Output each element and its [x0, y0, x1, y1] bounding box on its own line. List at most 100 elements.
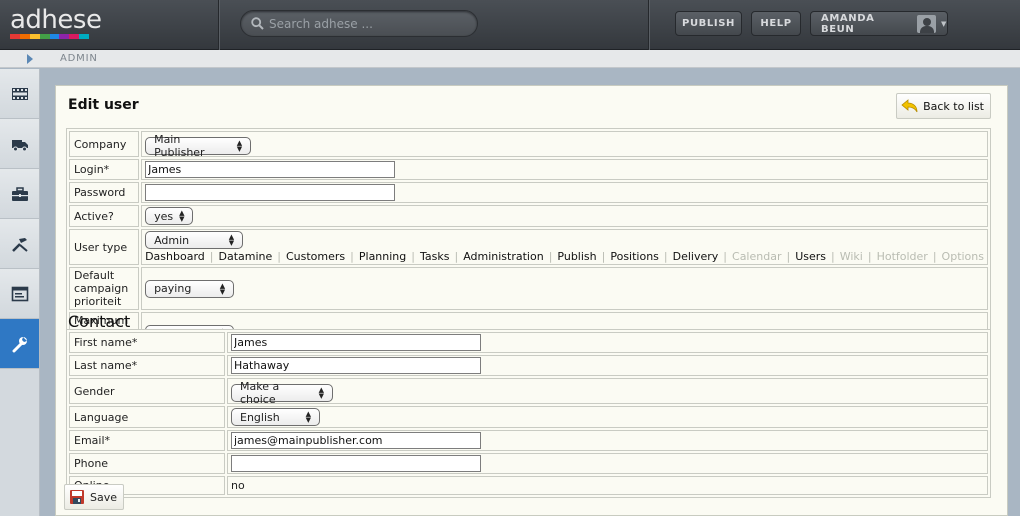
company-select-value: Main Publisher	[154, 133, 205, 159]
permission-positions[interactable]: Positions	[610, 250, 659, 263]
delivery-truck-icon	[11, 139, 28, 151]
permission-users[interactable]: Users	[795, 250, 826, 263]
publish-button[interactable]: PUBLISH	[675, 11, 742, 36]
sidebar-item-business[interactable]	[0, 169, 39, 219]
search-icon	[251, 17, 264, 30]
language-cell: English ▲ ▼	[227, 406, 988, 428]
language-select[interactable]: English ▲ ▼	[231, 408, 320, 426]
logo-color-segment	[39, 34, 50, 39]
permission-planning[interactable]: Planning	[359, 250, 406, 263]
sidebar-item-campaigns[interactable]	[0, 69, 39, 119]
permission-separator: |	[209, 250, 214, 263]
table-row: Language English ▲ ▼	[69, 406, 988, 428]
select-arrows-icon: ▲▼	[228, 233, 235, 247]
language-label: Language	[69, 406, 225, 428]
active-select[interactable]: yes ▲ ▼	[145, 207, 194, 225]
film-strip-icon	[11, 87, 28, 100]
password-cell	[141, 182, 988, 203]
permission-tasks[interactable]: Tasks	[420, 250, 449, 263]
email-input[interactable]	[231, 432, 481, 449]
permission-datamine[interactable]: Datamine	[218, 250, 272, 263]
user-type-select[interactable]: Admin ▲ ▼	[145, 231, 244, 249]
permission-separator: |	[277, 250, 281, 263]
permission-dashboard[interactable]: Dashboard	[145, 250, 205, 263]
user-form-table: Company Main Publisher ▲▼ Login* Passwor…	[66, 128, 991, 358]
logo-color-segment	[29, 34, 40, 39]
table-row: Login*	[69, 159, 988, 180]
company-cell: Main Publisher ▲ ▼	[141, 131, 988, 159]
login-input[interactable]	[145, 161, 396, 178]
default-priority-label: Default campaign prioriteit	[69, 267, 140, 310]
adhese-logo[interactable]: adhese	[10, 6, 220, 44]
login-cell	[141, 159, 988, 180]
first-name-input[interactable]	[231, 334, 481, 351]
expand-sidebar-icon[interactable]	[27, 54, 33, 64]
logo-color-segment	[19, 34, 30, 39]
gender-select[interactable]: Make a choice ▲ ▼	[231, 380, 333, 406]
select-arrows-icon: ▲▼	[219, 281, 226, 296]
permission-customers[interactable]: Customers	[286, 250, 345, 263]
first-name-label: First name*	[69, 332, 225, 353]
contact-form-table: First name* Last name* Gender Make a cho…	[66, 329, 991, 498]
help-button[interactable]: HELP	[751, 11, 801, 36]
permission-publish[interactable]: Publish	[557, 250, 596, 263]
logo-text: adhese	[10, 5, 102, 35]
user-menu-button[interactable]: AMANDA BEUN ▼	[810, 11, 948, 36]
permission-separator: |	[831, 250, 835, 263]
password-input[interactable]	[145, 184, 396, 201]
last-name-label: Last name*	[69, 355, 225, 376]
search-box[interactable]	[240, 10, 478, 37]
save-label: Save	[90, 490, 118, 504]
email-label: Email*	[69, 430, 225, 451]
permission-separator: |	[663, 250, 668, 263]
table-row: Default campaign prioriteit paying ▲ ▼	[69, 267, 988, 310]
search-input[interactable]	[269, 16, 469, 31]
sidebar-item-pages[interactable]	[0, 269, 39, 319]
chevron-down-icon: ▼	[941, 19, 947, 28]
table-row: Email*	[69, 430, 988, 451]
active-cell: yes ▲ ▼	[141, 205, 988, 227]
default-priority-select[interactable]: paying ▲ ▼	[145, 279, 235, 298]
active-label: Active?	[69, 205, 140, 227]
phone-input[interactable]	[231, 455, 481, 472]
permissions-list: Dashboard | Datamine | Customers | Planning | Ta…	[145, 250, 984, 263]
company-select[interactable]: Main Publisher ▲ ▼	[145, 133, 252, 159]
back-to-list-button[interactable]: Back to list	[896, 93, 991, 119]
logo-color-bar	[10, 34, 89, 39]
select-arrows-icon: ▲▼	[305, 410, 311, 424]
breadcrumb-bar: ADMIN	[0, 50, 1020, 68]
permission-hotfolder[interactable]: Hotfolder	[877, 250, 928, 263]
logo-color-segment	[59, 34, 70, 39]
back-arrow-icon	[901, 99, 918, 113]
table-row: Password	[69, 182, 988, 203]
permission-administration[interactable]: Administration	[463, 250, 544, 263]
permission-separator: |	[867, 250, 872, 263]
permission-wiki[interactable]: Wiki	[840, 250, 863, 263]
active-select-value: yes	[154, 209, 174, 223]
default-priority-select-value: paying	[154, 282, 192, 295]
table-row: Company Main Publisher ▲ ▼	[69, 131, 988, 159]
phone-label: Phone	[69, 453, 225, 474]
breadcrumb[interactable]: ADMIN	[60, 53, 98, 64]
email-cell	[227, 430, 988, 451]
phone-cell	[227, 453, 988, 474]
permission-calendar[interactable]: Calendar	[732, 250, 781, 263]
back-to-list-label: Back to list	[923, 99, 984, 113]
user-type-label: User type	[69, 229, 140, 265]
default-priority-cell: paying ▲ ▼	[141, 267, 988, 310]
company-label: Company	[69, 131, 140, 157]
sidebar-item-tools[interactable]	[0, 219, 39, 269]
permission-separator: |	[932, 250, 937, 263]
sidebar	[0, 69, 40, 516]
save-button[interactable]: Save	[64, 484, 125, 510]
sidebar-item-delivery[interactable]	[0, 119, 39, 169]
permission-delivery[interactable]: Delivery	[673, 250, 719, 263]
select-arrows-icon: ▲▼	[236, 139, 243, 153]
sidebar-item-admin[interactable]	[0, 319, 39, 369]
gender-label: Gender	[69, 378, 225, 404]
permission-options[interactable]: Options	[942, 250, 984, 263]
language-select-value: English	[240, 410, 280, 424]
top-bar: adhese PUBLISH HELP AMANDA BEUN ▼	[0, 0, 1020, 50]
last-name-input[interactable]	[231, 357, 481, 374]
permission-separator: |	[601, 250, 606, 263]
